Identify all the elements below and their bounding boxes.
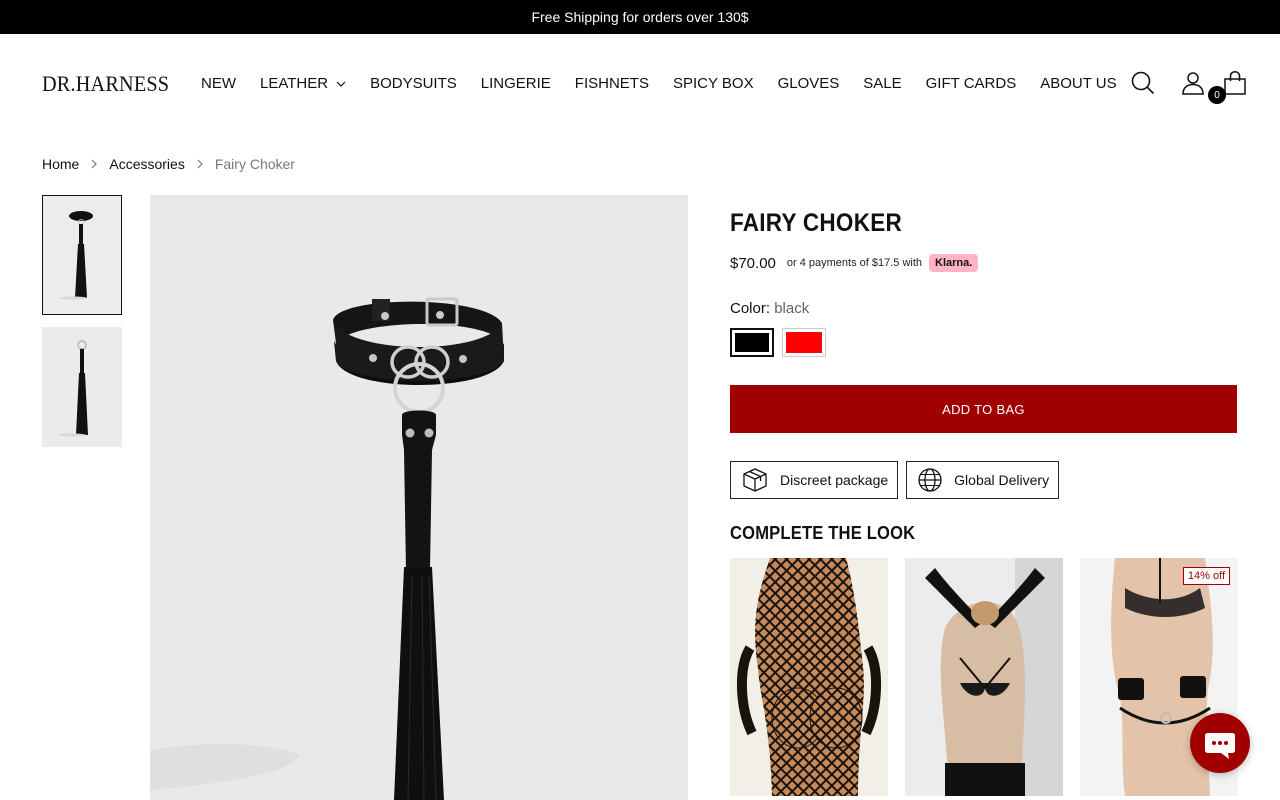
complete-the-look-products: 14% off xyxy=(730,558,1238,796)
swatch-black[interactable] xyxy=(730,328,774,357)
chat-button[interactable] xyxy=(1190,713,1250,773)
color-label: Color: xyxy=(730,300,771,317)
flogger-thumbnail-image xyxy=(42,327,122,447)
product-features: Discreet package Global Delivery xyxy=(730,461,1067,499)
fairy-choker-image xyxy=(150,195,688,800)
search-icon[interactable] xyxy=(1130,70,1156,96)
header-actions: 0 xyxy=(1130,70,1250,104)
nav-item-bodysuits[interactable]: BODYSUITS xyxy=(370,75,457,92)
globe-icon xyxy=(918,468,942,492)
add-to-bag-button[interactable]: ADD TO BAG xyxy=(730,385,1237,433)
nav-item-spicy-box[interactable]: SPICY BOX xyxy=(673,75,754,92)
fishnet-bodysuit-image xyxy=(730,558,888,796)
product-card-2[interactable] xyxy=(905,558,1063,796)
nav-label: GLOVES xyxy=(777,75,840,92)
choker-thumbnail-image xyxy=(43,196,121,314)
feature-discreet-package: Discreet package xyxy=(730,461,899,499)
chat-bubble-icon xyxy=(1205,733,1235,759)
price-row: $70.00 or 4 payments of $17.5 with Klarn… xyxy=(730,254,979,272)
nav-item-new[interactable]: NEW xyxy=(201,75,236,92)
nav-item-sale[interactable]: SALE xyxy=(863,75,901,92)
chevron-right-icon xyxy=(197,159,203,169)
announcement-text: Free Shipping for orders over 130$ xyxy=(531,9,749,25)
breadcrumb-home[interactable]: Home xyxy=(42,156,79,172)
nav-item-lingerie[interactable]: LINGERIE xyxy=(481,75,551,92)
discount-badge: 14% off xyxy=(1182,567,1230,585)
feature-label: Discreet package xyxy=(780,472,889,488)
product-thumbnail-2[interactable] xyxy=(42,327,122,447)
nav-label: BODYSUITS xyxy=(370,75,457,92)
breadcrumb: Home Accessories Fairy Choker xyxy=(42,156,295,172)
product-price: $70.00 xyxy=(730,254,776,272)
nav-label: SPICY BOX xyxy=(672,75,754,92)
nav-label: LINGERIE xyxy=(480,75,551,92)
nav-label: SALE xyxy=(863,75,902,92)
breadcrumb-current: Fairy Choker xyxy=(214,156,295,172)
bag-icon[interactable] xyxy=(1222,70,1248,96)
user-icon[interactable] xyxy=(1180,70,1206,96)
cart-count-badge: 0 xyxy=(1208,86,1226,104)
package-icon xyxy=(743,468,767,492)
product-card-1[interactable] xyxy=(730,558,888,796)
color-value: black xyxy=(774,300,810,317)
gloves-model-image xyxy=(905,558,1063,796)
color-swatches xyxy=(730,328,834,357)
swatch-red[interactable] xyxy=(782,328,826,357)
nav-label: LEATHER xyxy=(260,75,329,92)
announcement-bar: Free Shipping for orders over 130$ xyxy=(0,0,1280,34)
installments-text: or 4 payments of $17.5 with xyxy=(786,257,923,269)
feature-global-delivery: Global Delivery xyxy=(906,461,1060,499)
product-thumbnail-1[interactable] xyxy=(42,195,122,315)
site-header: DR.HARNESS NEW LEATHER BODYSUITS LINGERI… xyxy=(0,34,1280,134)
chevron-right-icon xyxy=(91,159,98,169)
product-title: FAIRY CHOKER xyxy=(730,209,903,237)
nav-item-gift-cards[interactable]: GIFT CARDS xyxy=(926,75,1017,92)
nav-label: NEW xyxy=(201,75,236,92)
chevron-down-icon xyxy=(336,81,346,87)
klarna-badge[interactable]: Klarna. xyxy=(929,254,979,272)
nav-item-leather[interactable]: LEATHER xyxy=(260,75,346,92)
nav-label: GIFT CARDS xyxy=(925,75,1017,92)
nav-item-gloves[interactable]: GLOVES xyxy=(778,75,840,92)
breadcrumb-accessories[interactable]: Accessories xyxy=(109,156,184,172)
color-selector-label: Color: black xyxy=(730,300,809,317)
brand-logo[interactable]: DR.HARNESS xyxy=(42,71,169,97)
nav-item-about-us[interactable]: ABOUT US xyxy=(1040,75,1116,92)
main-product-image[interactable] xyxy=(150,195,688,800)
complete-the-look-heading: COMPLETE THE LOOK xyxy=(730,523,916,543)
feature-label: Global Delivery xyxy=(954,472,1050,488)
nav-item-fishnets[interactable]: FISHNETS xyxy=(575,75,649,92)
nav-label: FISHNETS xyxy=(574,75,649,92)
nav-label: ABOUT US xyxy=(1040,75,1117,92)
main-nav: NEW LEATHER BODYSUITS LINGERIE FISHNETS … xyxy=(201,75,1141,92)
